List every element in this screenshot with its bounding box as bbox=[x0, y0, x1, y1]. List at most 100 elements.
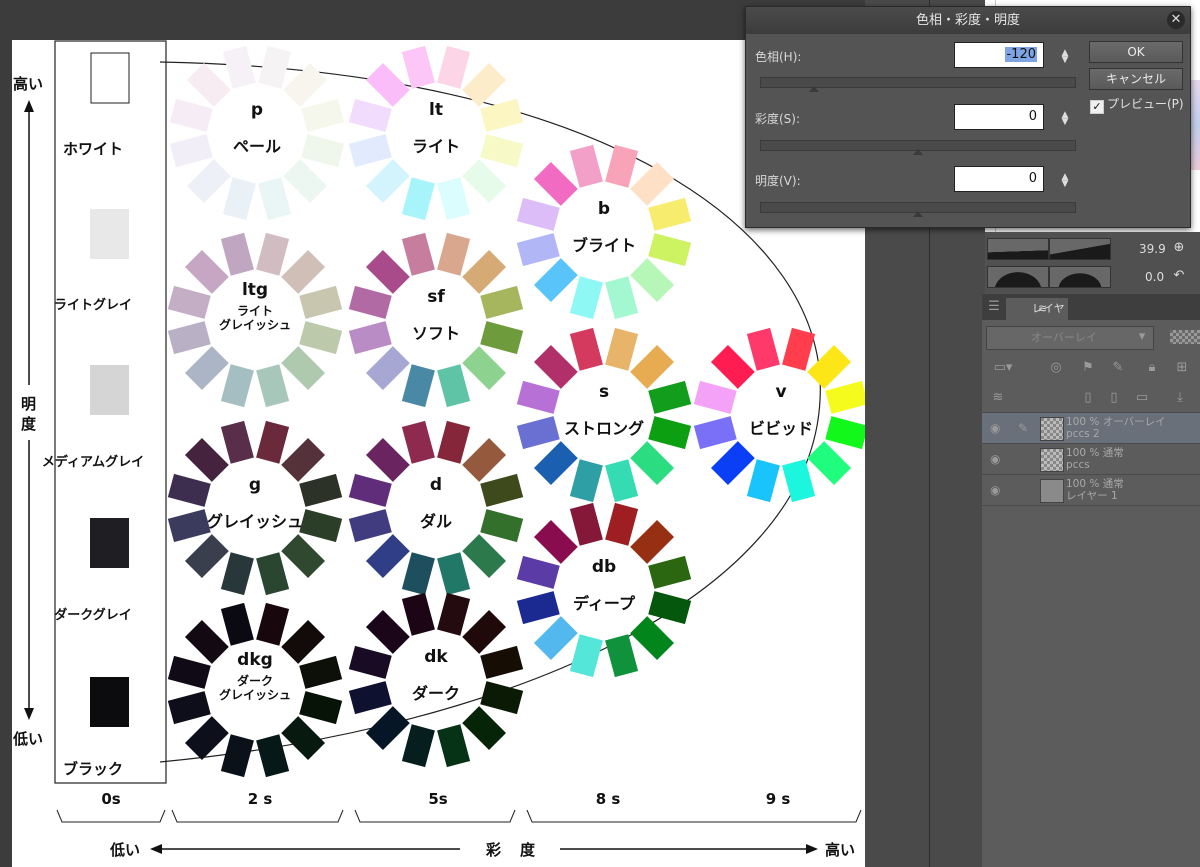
chevron-down-icon[interactable]: ▾ bbox=[1134, 329, 1150, 345]
reference-icon[interactable]: ⚑ bbox=[1080, 360, 1096, 376]
checkmark-icon: ✓ bbox=[1090, 100, 1104, 114]
hue-slider[interactable] bbox=[760, 77, 1076, 92]
hue-spinner-icon[interactable]: ▲ ▼ bbox=[1060, 49, 1070, 65]
tone-swatch bbox=[220, 734, 254, 778]
tone-swatch bbox=[299, 509, 343, 543]
curve-preset-linear-flat[interactable] bbox=[987, 238, 1049, 260]
tone-swatch bbox=[462, 159, 507, 204]
tone-swatch bbox=[258, 45, 292, 89]
tone-swatch bbox=[167, 473, 211, 507]
curve-preset-ramp[interactable] bbox=[1049, 238, 1111, 260]
tone-swatch bbox=[648, 380, 692, 414]
eye-icon[interactable]: ◉ bbox=[990, 483, 1000, 497]
achromatic-swatch bbox=[90, 209, 129, 259]
hue-value: -120 bbox=[1005, 47, 1037, 62]
tone-swatch bbox=[283, 159, 328, 204]
tone-swatch bbox=[605, 327, 639, 371]
curve-preset-bell[interactable] bbox=[1049, 266, 1111, 288]
ok-button[interactable]: OK bbox=[1089, 41, 1183, 63]
wheel-name-v: ビビッド bbox=[748, 419, 813, 438]
tone-swatch bbox=[516, 197, 560, 231]
achromatic-swatch bbox=[90, 52, 130, 104]
hue-slider-thumb[interactable] bbox=[809, 86, 820, 92]
tone-swatch bbox=[605, 276, 639, 320]
clip-icon[interactable]: ◎ bbox=[1048, 360, 1064, 376]
tone-swatch bbox=[746, 327, 780, 371]
tone-swatch bbox=[299, 285, 343, 319]
curve-preset-s[interactable] bbox=[987, 266, 1049, 288]
tone-swatch bbox=[569, 634, 603, 678]
tone-swatch bbox=[533, 258, 578, 303]
saturation-slider[interactable] bbox=[760, 140, 1076, 155]
tone-swatch bbox=[220, 232, 254, 276]
new-vector-layer-icon[interactable]: ▯ bbox=[1106, 390, 1122, 406]
tone-swatch bbox=[437, 420, 471, 464]
hue-label: 色相(H): bbox=[755, 50, 802, 64]
saturation-label: 彩度(S): bbox=[755, 112, 801, 126]
saturation-group-2s: 2 s bbox=[247, 790, 273, 808]
tone-swatch bbox=[184, 716, 229, 761]
value-slider[interactable] bbox=[760, 202, 1076, 217]
saturation-input[interactable]: 0 bbox=[954, 104, 1044, 130]
cancel-button[interactable]: キャンセル bbox=[1089, 68, 1183, 90]
tone-swatch bbox=[401, 724, 435, 768]
tone-swatch bbox=[256, 734, 290, 778]
layer-panel: ☰ ≋ レイヤー オーバーレイ ▾ ▭▾ ◎ ⚑ ✎ 🔒︎ ⊞ ≋ ▯ ▯ ▭ … bbox=[982, 294, 1200, 867]
zoom-value: 39.9 bbox=[1139, 242, 1166, 256]
lock-icon[interactable]: 🔒︎ bbox=[1144, 360, 1160, 376]
layer-thumbnail bbox=[1040, 417, 1064, 441]
tone-swatch bbox=[281, 534, 326, 579]
draft-icon[interactable]: ✎ bbox=[1110, 360, 1126, 376]
panel-menu-icon[interactable]: ☰ bbox=[986, 299, 1002, 315]
eye-icon[interactable]: ◉ bbox=[990, 421, 1000, 435]
wheel-code-ltg: ltg bbox=[241, 280, 269, 300]
tone-swatch bbox=[569, 459, 603, 503]
tone-swatch bbox=[348, 645, 392, 679]
layer-thumbnail bbox=[1040, 448, 1064, 472]
opacity-swatch[interactable] bbox=[1170, 330, 1200, 344]
saturation-spinner-icon[interactable]: ▲ ▼ bbox=[1060, 111, 1070, 127]
tone-swatch bbox=[256, 364, 290, 408]
layer-name: レイヤー 1 bbox=[1066, 490, 1118, 502]
layer-stack-small-icon[interactable]: ≋ bbox=[990, 390, 1006, 406]
tone-swatch bbox=[533, 441, 578, 486]
dialog-title: 色相・彩度・明度 bbox=[746, 7, 1190, 34]
close-icon[interactable]: ✕ bbox=[1167, 11, 1185, 29]
tone-swatch bbox=[480, 285, 524, 319]
tab-layer[interactable]: ≋ レイヤー bbox=[1006, 298, 1068, 337]
achromatic-label-white: ホワイト bbox=[62, 140, 123, 158]
tone-swatch bbox=[365, 346, 410, 391]
wheel-name-p: ペール bbox=[232, 137, 281, 156]
layer-row[interactable]: ◉ 100 % 通常 レイヤー 1 bbox=[982, 474, 1200, 506]
value-spinner-icon[interactable]: ▲ ▼ bbox=[1060, 173, 1070, 189]
merge-down-icon[interactable]: ⤓ bbox=[1172, 390, 1188, 406]
new-layer-icon[interactable]: ▯ bbox=[1080, 390, 1096, 406]
tone-swatch bbox=[169, 98, 213, 132]
saturation-group-8s: 8 s bbox=[595, 790, 621, 808]
new-folder-icon[interactable]: ▭ bbox=[1134, 390, 1150, 406]
blend-mode-select[interactable]: オーバーレイ bbox=[986, 326, 1154, 350]
tone-swatch bbox=[782, 327, 816, 371]
saturation-slider-thumb[interactable] bbox=[913, 149, 923, 155]
value-input[interactable]: 0 bbox=[954, 166, 1044, 192]
eye-icon[interactable]: ◉ bbox=[990, 452, 1000, 466]
tone-swatch bbox=[480, 98, 524, 132]
hue-input[interactable]: -120 bbox=[954, 42, 1044, 68]
tone-swatch bbox=[401, 552, 435, 596]
layer-row[interactable]: ◉ 100 % 通常 pccs bbox=[982, 443, 1200, 474]
preview-checkbox[interactable]: ✓ プレビュー(P) bbox=[1090, 95, 1184, 114]
tone-swatch bbox=[301, 134, 345, 168]
layer-blend-opacity: 100 % 通常 bbox=[1066, 447, 1124, 459]
tone-swatch bbox=[401, 364, 435, 408]
zoom-icon[interactable]: ⊕ bbox=[1171, 240, 1187, 256]
tone-swatch bbox=[825, 380, 865, 414]
tone-swatch bbox=[648, 555, 692, 589]
tone-swatch bbox=[630, 616, 675, 661]
tone-swatch bbox=[184, 534, 229, 579]
lock-alpha-icon[interactable]: ⊞ bbox=[1174, 360, 1190, 376]
rotate-reset-icon[interactable]: ↶ bbox=[1171, 268, 1187, 284]
brightness-title-top: 明 bbox=[21, 395, 37, 413]
layer-row[interactable]: ◉ ✎ 100 % オーバーレイ pccs 2 bbox=[982, 412, 1200, 443]
value-slider-thumb[interactable] bbox=[913, 211, 923, 217]
layer-color-icon[interactable]: ▭▾ bbox=[988, 360, 1018, 376]
